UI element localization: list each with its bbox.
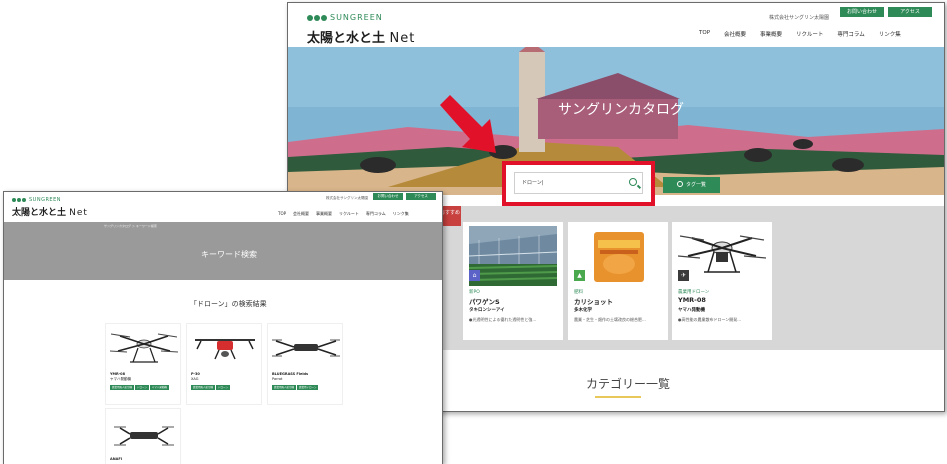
result-tags: 農業用無人航空機 農業用ドローン xyxy=(272,385,342,390)
nav-item-recruit[interactable]: リクルート xyxy=(339,211,359,217)
product-card[interactable]: ▲ 肥料 カリショット 多木化学 農業・芝生・畑作の土壌改良の総合肥... xyxy=(568,222,668,340)
nav-item-company[interactable]: 会社概要 xyxy=(724,30,746,38)
product-card[interactable]: ⌂ 新PO パワゲンS タキロンシーアイ ●光透明性による優れた透明性と強... xyxy=(463,222,563,340)
drone-photo xyxy=(272,339,340,357)
product-name: カリショット xyxy=(574,298,613,306)
tag-chip[interactable]: ヤマハ発動機 xyxy=(149,385,169,390)
product-name: YMR-08 xyxy=(678,296,706,304)
product-desc: 農業・芝生・畑作の土壌改良の総合肥... xyxy=(574,317,646,322)
hero-title: サングリンカタログ xyxy=(558,102,684,118)
corp-name: 株式会社サングリン太陽園 xyxy=(326,196,368,200)
category-section-title: カテゴリー一覧 xyxy=(586,377,671,391)
result-card[interactable]: ANAFI xyxy=(105,408,181,464)
nav-item-links[interactable]: リンク集 xyxy=(879,30,901,38)
product-category: 農業用ドローン xyxy=(678,290,710,295)
brand-logo[interactable]: SUNGREEN xyxy=(12,197,61,203)
search-input[interactable]: ドローン| xyxy=(514,172,643,194)
contact-button[interactable]: お問い合わせ xyxy=(840,7,884,17)
category-badge-icon: ⌂ xyxy=(469,270,480,281)
keyword-search-banner: サングリンカタログ ＞ キーワード検索 キーワード検索 xyxy=(4,222,442,280)
search-highlight-frame: ドローン| xyxy=(502,161,655,206)
fertilizer-bag-photo xyxy=(574,226,662,286)
result-name: BLUEGRASS Fields xyxy=(272,372,309,376)
product-name: パワゲンS xyxy=(469,298,500,306)
tag-chip[interactable]: 農業用無人航空機 xyxy=(191,385,216,390)
result-name: YMR-08 xyxy=(110,372,126,376)
result-name: P-30 xyxy=(191,372,200,376)
site-title[interactable]: 太陽と水と土 Net xyxy=(307,27,415,46)
site-title-text: 太陽と水と土 xyxy=(307,31,386,46)
result-maker: Parrot xyxy=(272,377,283,381)
access-button[interactable]: アクセス xyxy=(406,193,436,200)
result-card[interactable]: YMR-08 ヤマハ発動機 農業用無人航空機 ドローン ヤマハ発動機 xyxy=(105,323,181,405)
tag-chip[interactable]: ドローン xyxy=(216,385,230,390)
product-category: 新PO xyxy=(469,290,480,295)
corp-name: 株式会社サングリン太陽園 xyxy=(769,15,830,21)
nav-item-business[interactable]: 事業概要 xyxy=(760,30,782,38)
brand-logo[interactable]: SUNGREEN xyxy=(307,13,383,22)
category-badge-icon: ✈ xyxy=(678,270,689,281)
tag-list-button[interactable]: タグ一覧 xyxy=(663,177,720,193)
nav-item-links[interactable]: リンク集 xyxy=(393,211,409,217)
search-input-value: ドローン| xyxy=(522,180,544,186)
breadcrumb[interactable]: サングリンカタログ ＞ キーワード検索 xyxy=(104,224,157,228)
search-results-window: SUNGREEN 太陽と水と土 Net 株式会社サングリン太陽園 お問い合わせ … xyxy=(3,191,443,464)
result-card[interactable]: P-30 XAG 農業用無人航空機 ドローン xyxy=(186,323,262,405)
product-desc: ●高性能の農業散布ドローン開発... xyxy=(678,317,742,322)
category-title-underline xyxy=(595,396,641,398)
product-category: 肥料 xyxy=(574,290,583,295)
search-result-title: 「ドローン」の検索結果 xyxy=(190,300,267,308)
main-nav: TOP 会社概要 事業概要 リクルート 専門コラム リンク集 xyxy=(699,30,901,38)
search-icon[interactable] xyxy=(629,178,637,186)
tag-icon xyxy=(676,181,683,187)
site-title-suffix: Net xyxy=(69,208,88,218)
result-name: ANAFI xyxy=(110,457,123,461)
tag-chip[interactable]: 農業用無人航空機 xyxy=(272,385,297,390)
nav-item-company[interactable]: 会社概要 xyxy=(293,211,309,217)
greenhouse-photo xyxy=(469,226,557,286)
tag-chip[interactable]: 農業用無人航空機 xyxy=(110,385,135,390)
result-card[interactable]: BLUEGRASS Fields Parrot 農業用無人航空機 農業用ドローン xyxy=(267,323,343,405)
product-maker: タキロンシーアイ xyxy=(469,308,505,313)
product-desc: ●光透明性による優れた透明性と強... xyxy=(469,317,537,322)
main-nav: TOP 会社概要 事業概要 リクルート 専門コラム リンク集 xyxy=(278,211,409,217)
tag-list-label: タグ一覧 xyxy=(685,182,706,188)
nav-item-business[interactable]: 事業概要 xyxy=(316,211,332,217)
nav-item-column[interactable]: 専門コラム xyxy=(366,211,386,217)
drone-photo xyxy=(110,333,178,363)
nav-item-recruit[interactable]: リクルート xyxy=(796,30,823,38)
product-maker: 多木化学 xyxy=(574,308,592,313)
result-maker: XAG xyxy=(191,377,199,381)
nav-item-top[interactable]: TOP xyxy=(278,211,286,217)
result-maker: ヤマハ発動機 xyxy=(110,377,131,381)
brand-logo-text: SUNGREEN xyxy=(330,13,383,22)
brand-logo-text: SUNGREEN xyxy=(29,197,61,203)
logo-mark-icon xyxy=(307,14,327,21)
contact-button[interactable]: お問い合わせ xyxy=(373,193,403,200)
drone-photo xyxy=(195,339,255,360)
product-card[interactable]: ✈ 農業用ドローン YMR-08 ヤマハ発動機 ●高性能の農業散布ドローン開発.… xyxy=(672,222,772,340)
site-title-suffix: Net xyxy=(389,31,416,46)
tag-chip[interactable]: ドローン xyxy=(135,385,149,390)
tag-chip[interactable]: 農業用ドローン xyxy=(297,385,319,390)
drone-photo xyxy=(114,426,174,446)
drone-photo xyxy=(678,226,766,286)
nav-item-column[interactable]: 専門コラム xyxy=(837,30,864,38)
nav-item-top[interactable]: TOP xyxy=(699,30,710,38)
product-maker: ヤマハ発動機 xyxy=(678,308,705,313)
access-button[interactable]: アクセス xyxy=(888,7,932,17)
category-badge-icon: ▲ xyxy=(574,270,585,281)
page-title: キーワード検索 xyxy=(201,250,257,259)
result-tags: 農業用無人航空機 ドローン ヤマハ発動機 xyxy=(110,385,180,390)
site-title[interactable]: 太陽と水と土 Net xyxy=(12,205,88,218)
red-arrow-icon xyxy=(440,95,496,153)
result-tags: 農業用無人航空機 ドローン xyxy=(191,385,261,390)
logo-mark-icon xyxy=(12,198,26,202)
site-title-text: 太陽と水と土 xyxy=(12,208,67,218)
